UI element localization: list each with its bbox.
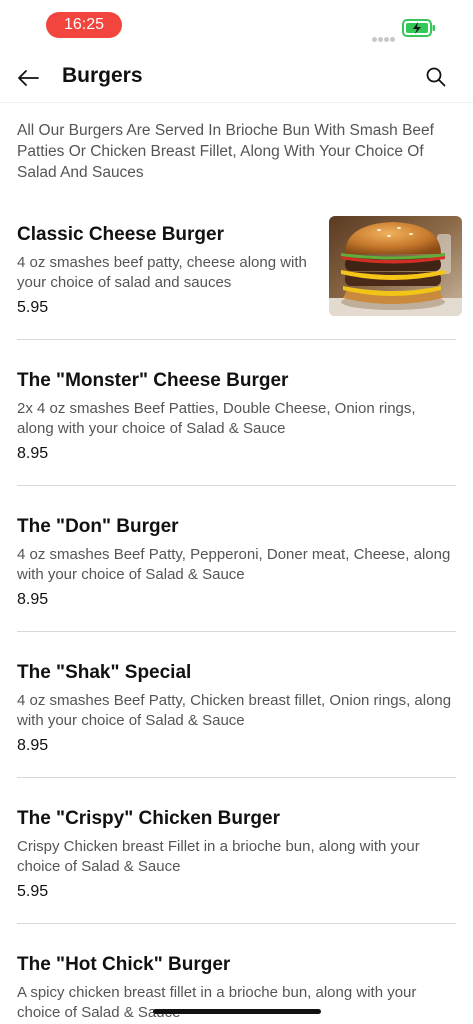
item-name: The "Don" Burger: [17, 516, 179, 537]
item-description: 2x 4 oz smashes Beef Patties, Double Che…: [17, 400, 416, 437]
status-bar: 16:25: [0, 0, 473, 50]
burgers-menu-screen: 16:25 Burgers All Our Burgers Are Served…: [0, 0, 473, 1024]
menu-item[interactable]: The "Don" Burger 4 oz smashes Beef Patty…: [17, 515, 456, 611]
item-name: The "Shak" Special: [17, 662, 192, 683]
menu-item[interactable]: The "Crispy" Chicken Burger Crispy Chick…: [17, 807, 456, 903]
item-price: 8.95: [17, 737, 49, 754]
menu-item[interactable]: The "Shak" Special 4 oz smashes Beef Pat…: [17, 661, 456, 757]
item-divider: [17, 339, 456, 340]
signal-dots-icon: [372, 29, 398, 42]
item-name: The "Monster" Cheese Burger: [17, 370, 289, 391]
item-description: Crispy Chicken breast Fillet in a brioch…: [17, 838, 420, 875]
item-name: The "Crispy" Chicken Burger: [17, 808, 280, 829]
item-divider: [17, 631, 456, 632]
app-header: Burgers: [0, 50, 473, 102]
item-price: 8.95: [17, 591, 49, 608]
search-icon[interactable]: [424, 65, 448, 89]
page-title: Burgers: [62, 64, 143, 87]
item-divider: [17, 485, 456, 486]
item-name: The "Hot Chick" Burger: [17, 954, 231, 975]
battery-charging-icon: [402, 19, 435, 37]
header-divider: [0, 102, 473, 103]
back-arrow-icon[interactable]: [14, 64, 42, 92]
item-price: 5.95: [17, 883, 49, 900]
item-divider: [17, 923, 456, 924]
status-time: 16:25: [46, 12, 122, 38]
item-description: 4 oz smashes Beef Patty, Chicken breast …: [17, 692, 452, 729]
category-description: All Our Burgers Are Served In Brioche Bu…: [17, 122, 434, 181]
item-description: 4 oz smashes beef patty, cheese along wi…: [17, 254, 307, 291]
menu-item[interactable]: The "Monster" Cheese Burger 2x 4 oz smas…: [17, 369, 456, 465]
item-description: A spicy chicken breast fillet in a brioc…: [17, 984, 417, 1021]
burger-photo[interactable]: [329, 216, 462, 316]
item-price: 8.95: [17, 445, 49, 462]
item-divider: [17, 777, 456, 778]
home-indicator[interactable]: [153, 1009, 321, 1014]
item-description: 4 oz smashes Beef Patty, Pepperoni, Done…: [17, 546, 451, 583]
